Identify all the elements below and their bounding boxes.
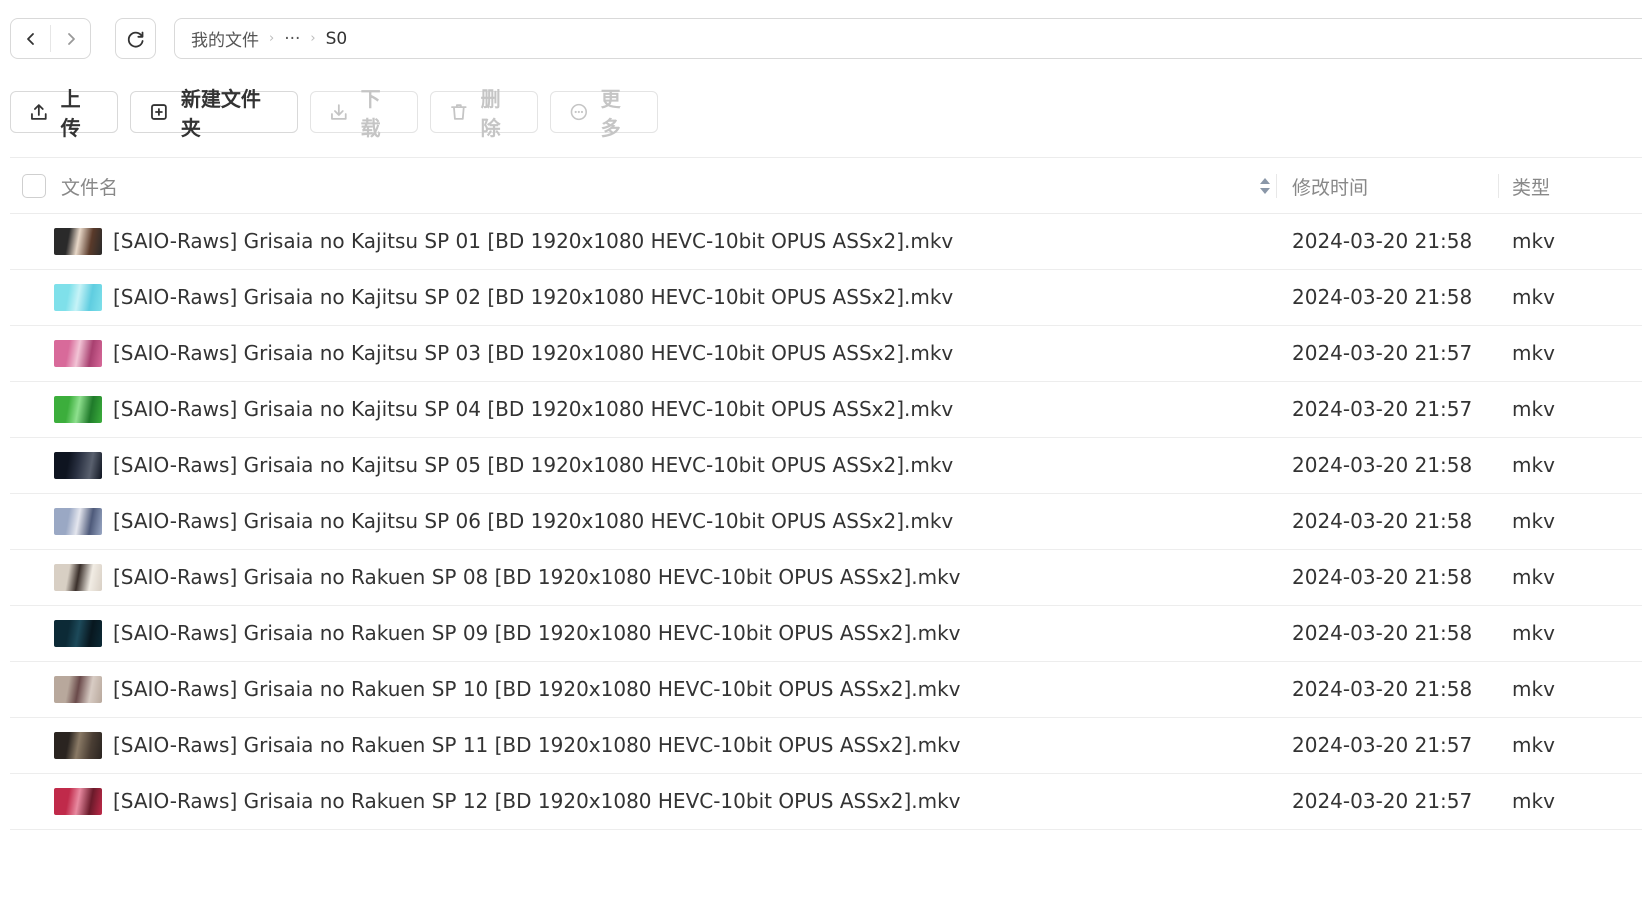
new-folder-label: 新建文件夹: [180, 87, 261, 140]
file-name[interactable]: [SAIO-Raws] Grisaia no Rakuen SP 12 [BD …: [113, 789, 961, 813]
video-thumbnail: [54, 508, 102, 535]
file-modified-time: 2024-03-20 21:57: [1292, 789, 1473, 813]
file-type: mkv: [1512, 565, 1555, 589]
column-header-name[interactable]: 文件名: [61, 173, 118, 200]
chevron-left-icon: [26, 32, 34, 45]
file-name[interactable]: [SAIO-Raws] Grisaia no Kajitsu SP 06 [BD…: [113, 509, 953, 533]
video-thumbnail: [54, 284, 102, 311]
top-bar: 我的文件 › ··· › S0: [0, 0, 1642, 80]
file-name[interactable]: [SAIO-Raws] Grisaia no Rakuen SP 11 [BD …: [113, 733, 961, 757]
select-all-checkbox[interactable]: [22, 174, 46, 198]
file-name[interactable]: [SAIO-Raws] Grisaia no Kajitsu SP 04 [BD…: [113, 397, 953, 421]
file-modified-time: 2024-03-20 21:58: [1292, 285, 1473, 309]
column-divider[interactable]: [1498, 174, 1499, 198]
file-modified-time: 2024-03-20 21:58: [1292, 677, 1473, 701]
column-header-modified[interactable]: 修改时间: [1292, 173, 1368, 200]
file-modified-time: 2024-03-20 21:57: [1292, 397, 1473, 421]
table-row[interactable]: [SAIO-Raws] Grisaia no Kajitsu SP 03 [BD…: [10, 326, 1642, 382]
file-modified-time: 2024-03-20 21:58: [1292, 621, 1473, 645]
file-type: mkv: [1512, 397, 1555, 421]
history-nav: [10, 18, 91, 59]
column-header-type[interactable]: 类型: [1512, 173, 1550, 200]
table-row[interactable]: [SAIO-Raws] Grisaia no Rakuen SP 12 [BD …: [10, 774, 1642, 830]
more-button[interactable]: 更多: [550, 87, 658, 140]
video-thumbnail: [54, 340, 102, 367]
video-thumbnail: [54, 788, 102, 815]
table-row[interactable]: [SAIO-Raws] Grisaia no Kajitsu SP 06 [BD…: [10, 494, 1642, 550]
file-name[interactable]: [SAIO-Raws] Grisaia no Kajitsu SP 03 [BD…: [113, 341, 953, 365]
download-button[interactable]: 下载: [310, 87, 418, 140]
file-type: mkv: [1512, 341, 1555, 365]
breadcrumb-ellipsis[interactable]: ···: [284, 29, 300, 49]
video-thumbnail: [54, 564, 102, 591]
more-label: 更多: [600, 87, 621, 140]
video-thumbnail: [54, 396, 102, 423]
breadcrumb: 我的文件 › ··· › S0: [174, 18, 1642, 59]
table-row[interactable]: [SAIO-Raws] Grisaia no Kajitsu SP 01 [BD…: [10, 214, 1642, 270]
download-label: 下载: [360, 87, 381, 140]
refresh-icon: [127, 31, 143, 47]
file-modified-time: 2024-03-20 21:58: [1292, 565, 1473, 589]
file-modified-time: 2024-03-20 21:57: [1292, 341, 1473, 365]
table-body: [SAIO-Raws] Grisaia no Kajitsu SP 01 [BD…: [10, 214, 1642, 830]
upload-button[interactable]: 上传: [10, 87, 118, 140]
breadcrumb-separator-icon: ›: [310, 31, 316, 46]
file-modified-time: 2024-03-20 21:58: [1292, 453, 1473, 477]
video-thumbnail: [54, 228, 102, 255]
forward-button[interactable]: [51, 19, 90, 58]
breadcrumb-current[interactable]: S0: [326, 29, 348, 49]
column-divider[interactable]: [1276, 174, 1277, 198]
new-folder-icon: [151, 104, 167, 120]
table-row[interactable]: [SAIO-Raws] Grisaia no Rakuen SP 10 [BD …: [10, 662, 1642, 718]
action-toolbar: 上传 新建文件夹 下载 删除 更多: [10, 87, 658, 140]
file-type: mkv: [1512, 621, 1555, 645]
table-row[interactable]: [SAIO-Raws] Grisaia no Kajitsu SP 04 [BD…: [10, 382, 1642, 438]
table-row[interactable]: [SAIO-Raws] Grisaia no Kajitsu SP 02 [BD…: [10, 270, 1642, 326]
chevron-right-icon: [67, 32, 75, 45]
file-name[interactable]: [SAIO-Raws] Grisaia no Kajitsu SP 02 [BD…: [113, 285, 953, 309]
table-header: 文件名 修改时间 类型: [10, 157, 1642, 214]
file-type: mkv: [1512, 509, 1555, 533]
upload-label: 上传: [60, 87, 81, 140]
table-row[interactable]: [SAIO-Raws] Grisaia no Kajitsu SP 05 [BD…: [10, 438, 1642, 494]
delete-button[interactable]: 删除: [430, 87, 538, 140]
download-icon: [331, 104, 347, 120]
file-type: mkv: [1512, 677, 1555, 701]
file-name[interactable]: [SAIO-Raws] Grisaia no Rakuen SP 08 [BD …: [113, 565, 961, 589]
file-type: mkv: [1512, 789, 1555, 813]
video-thumbnail: [54, 732, 102, 759]
trash-icon: [451, 104, 467, 120]
breadcrumb-separator-icon: ›: [269, 31, 275, 46]
sort-icon[interactable]: [1259, 174, 1271, 198]
file-modified-time: 2024-03-20 21:57: [1292, 733, 1473, 757]
file-type: mkv: [1512, 285, 1555, 309]
video-thumbnail: [54, 676, 102, 703]
table-row[interactable]: [SAIO-Raws] Grisaia no Rakuen SP 11 [BD …: [10, 718, 1642, 774]
table-row[interactable]: [SAIO-Raws] Grisaia no Rakuen SP 08 [BD …: [10, 550, 1642, 606]
more-icon: [570, 103, 587, 121]
file-name[interactable]: [SAIO-Raws] Grisaia no Rakuen SP 10 [BD …: [113, 677, 961, 701]
video-thumbnail: [54, 452, 102, 479]
file-name[interactable]: [SAIO-Raws] Grisaia no Rakuen SP 09 [BD …: [113, 621, 961, 645]
breadcrumb-root[interactable]: 我的文件: [191, 26, 259, 51]
upload-icon: [31, 104, 47, 120]
delete-label: 删除: [480, 87, 501, 140]
refresh-button[interactable]: [115, 18, 156, 59]
table-row[interactable]: [SAIO-Raws] Grisaia no Rakuen SP 09 [BD …: [10, 606, 1642, 662]
file-name[interactable]: [SAIO-Raws] Grisaia no Kajitsu SP 01 [BD…: [113, 229, 953, 253]
video-thumbnail: [54, 620, 102, 647]
file-name[interactable]: [SAIO-Raws] Grisaia no Kajitsu SP 05 [BD…: [113, 453, 953, 477]
back-button[interactable]: [11, 19, 50, 58]
file-type: mkv: [1512, 453, 1555, 477]
file-type: mkv: [1512, 733, 1555, 757]
new-folder-button[interactable]: 新建文件夹: [130, 87, 298, 140]
file-type: mkv: [1512, 229, 1555, 253]
file-table: 文件名 修改时间 类型 [SAIO-Raws] Grisaia no Kajit…: [10, 157, 1642, 830]
file-modified-time: 2024-03-20 21:58: [1292, 229, 1473, 253]
file-modified-time: 2024-03-20 21:58: [1292, 509, 1473, 533]
